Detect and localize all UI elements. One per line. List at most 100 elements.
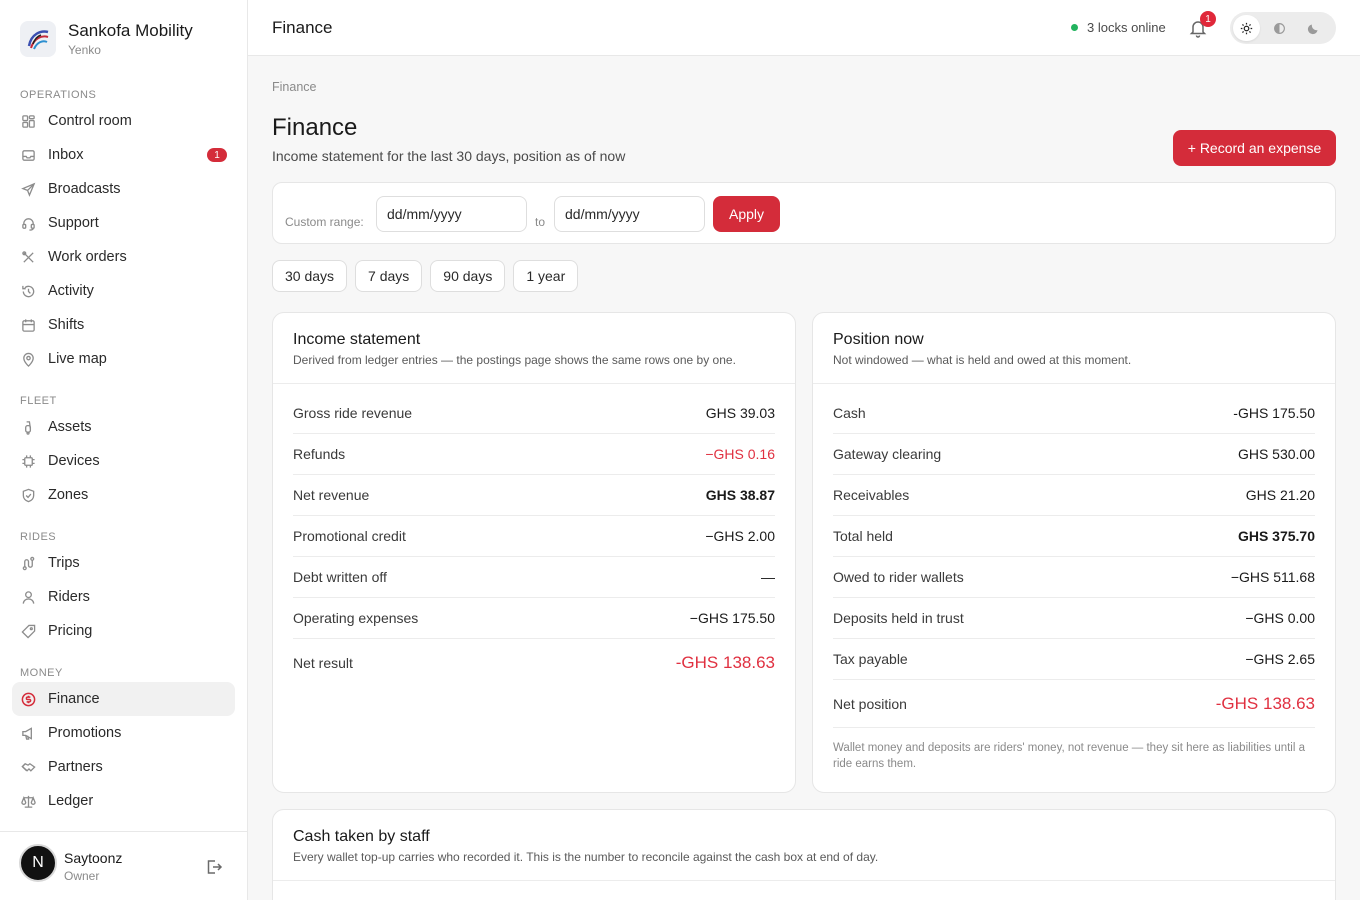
row-value: GHS 38.87 xyxy=(705,487,775,503)
cash-by-staff-card: Cash taken by staff Every wallet top-up … xyxy=(272,809,1336,900)
preset-7-days-button[interactable]: 7 days xyxy=(355,260,423,292)
row-value: — xyxy=(761,569,775,585)
statement-row: Promotional credit −GHS 2.00 xyxy=(293,516,775,557)
row-value: −GHS 2.65 xyxy=(1245,651,1315,667)
sidebar-item-label: Control room xyxy=(48,113,132,129)
sidebar-item-zones[interactable]: Zones xyxy=(12,478,235,512)
brand-name: Sankofa Mobility xyxy=(68,21,193,40)
sidebar-item-trips[interactable]: Trips xyxy=(12,546,235,580)
sidebar-item-label: Broadcasts xyxy=(48,181,121,197)
sidebar-item-finance[interactable]: Finance xyxy=(12,682,235,716)
row-value: −GHS 2.00 xyxy=(705,528,775,544)
net-result-value: -GHS 138.63 xyxy=(675,653,775,672)
row-value: GHS 39.03 xyxy=(705,405,775,421)
sidebar-item-promotions[interactable]: Promotions xyxy=(12,716,235,750)
position-row: Owed to rider wallets −GHS 511.68 xyxy=(833,557,1315,598)
inbox-count-badge: 1 xyxy=(207,148,227,162)
nav-section-label: FLEET xyxy=(20,395,57,407)
card-description: Not windowed — what is held and owed at … xyxy=(833,353,1132,367)
sidebar-item-live-map[interactable]: Live map xyxy=(12,342,235,376)
locks-online-text: 3 locks online xyxy=(1087,20,1166,35)
sidebar-item-support[interactable]: Support xyxy=(12,206,235,240)
route-icon xyxy=(20,555,36,571)
send-icon xyxy=(20,181,36,197)
notification-badge: 1 xyxy=(1200,11,1216,27)
sun-icon[interactable] xyxy=(1233,15,1261,41)
page-title: Finance xyxy=(272,114,358,141)
preset-30-days-button[interactable]: 30 days xyxy=(272,260,348,292)
record-expense-button[interactable]: + Record an expense xyxy=(1173,130,1336,166)
brand-logo xyxy=(20,21,56,57)
sidebar-item-devices[interactable]: Devices xyxy=(12,444,235,478)
card-description: Every wallet top-up carries who recorded… xyxy=(293,850,879,864)
sidebar-item-assets[interactable]: Assets xyxy=(12,410,235,444)
row-label: Gateway clearing xyxy=(833,446,942,462)
position-now-card: Position now Not windowed — what is held… xyxy=(812,312,1336,793)
logout-icon[interactable] xyxy=(205,858,223,876)
moon-icon[interactable] xyxy=(1300,15,1327,41)
row-label: Net revenue xyxy=(293,487,370,503)
row-value: −GHS 175.50 xyxy=(689,610,775,626)
theme-toggle xyxy=(1230,12,1336,44)
sidebar-item-label: Finance xyxy=(48,691,100,707)
preset-range-group: 30 days 7 days 90 days 1 year xyxy=(272,260,586,292)
row-label: Receivables xyxy=(833,487,910,503)
sidebar-item-ledger[interactable]: Ledger xyxy=(12,784,235,818)
sidebar-item-label: Partners xyxy=(48,759,103,775)
sidebar-item-work-orders[interactable]: Work orders xyxy=(12,240,235,274)
sidebar-item-label: Zones xyxy=(48,487,89,503)
sidebar-item-label: Assets xyxy=(48,419,92,435)
row-label: Owed to rider wallets xyxy=(833,569,964,585)
start-date-input[interactable] xyxy=(376,196,527,232)
sidebar-item-label: Live map xyxy=(48,351,107,367)
row-label: Cash xyxy=(833,405,866,421)
position-row: Total held GHS 375.70 xyxy=(833,516,1315,557)
scale-icon xyxy=(20,793,36,809)
statement-row: Gross ride revenue GHS 39.03 xyxy=(293,384,775,434)
handshake-icon xyxy=(20,759,36,775)
end-date-input[interactable] xyxy=(554,196,705,232)
nav-group-rides: RIDES Trips Riders Pricing xyxy=(12,528,235,648)
sidebar-item-pricing[interactable]: Pricing xyxy=(12,614,235,648)
row-label: Net result xyxy=(293,655,353,671)
to-label: to xyxy=(535,215,546,229)
tools-icon xyxy=(20,249,36,265)
chip-icon xyxy=(20,453,36,469)
net-position-value: -GHS 138.63 xyxy=(1215,693,1315,713)
sidebar-item-label: Pricing xyxy=(48,623,93,639)
nav-section-label: MONEY xyxy=(20,667,63,679)
position-row: Tax payable −GHS 2.65 xyxy=(833,639,1315,680)
row-value: -GHS 175.50 xyxy=(1233,405,1315,421)
sidebar-item-label: Work orders xyxy=(48,249,127,265)
apply-button[interactable]: Apply xyxy=(713,196,780,232)
sidebar-item-shifts[interactable]: Shifts xyxy=(12,308,235,342)
map-pin-icon xyxy=(20,351,36,367)
nav-group-money: MONEY Finance Promotions Partners Ledger xyxy=(12,664,235,818)
preset-90-days-button[interactable]: 90 days xyxy=(430,260,506,292)
sidebar-item-inbox[interactable]: Inbox 1 xyxy=(12,138,235,172)
online-status-dot xyxy=(1071,24,1078,31)
sidebar-item-broadcasts[interactable]: Broadcasts xyxy=(12,172,235,206)
row-label: Gross ride revenue xyxy=(293,405,413,421)
sidebar-item-label: Devices xyxy=(48,453,100,469)
row-value: −GHS 0.16 xyxy=(705,446,775,462)
sidebar-item-activity[interactable]: Activity xyxy=(12,274,235,308)
breadcrumb[interactable]: Finance xyxy=(272,80,316,94)
sidebar-item-control-room[interactable]: Control room xyxy=(12,104,235,138)
custom-range-label: Custom range: xyxy=(285,215,364,229)
income-statement-card: Income statement Derived from ledger ent… xyxy=(272,312,796,793)
top-bar: Finance 3 locks online 1 xyxy=(248,0,1360,56)
sidebar-item-partners[interactable]: Partners xyxy=(12,750,235,784)
topbar-title: Finance xyxy=(272,18,333,37)
position-row: Receivables GHS 21.20 xyxy=(833,475,1315,516)
statement-row: Operating expenses −GHS 175.50 xyxy=(293,598,775,639)
date-range-card: Custom range: to Apply xyxy=(272,182,1336,244)
row-label: Refunds xyxy=(293,446,346,462)
user-icon xyxy=(20,589,36,605)
headset-icon xyxy=(20,215,36,231)
contrast-icon[interactable] xyxy=(1266,15,1293,41)
sidebar-item-riders[interactable]: Riders xyxy=(12,580,235,614)
brand[interactable]: Sankofa Mobility Yenko xyxy=(20,20,193,58)
preset-1-year-button[interactable]: 1 year xyxy=(513,260,579,292)
avatar[interactable]: N xyxy=(19,844,57,882)
